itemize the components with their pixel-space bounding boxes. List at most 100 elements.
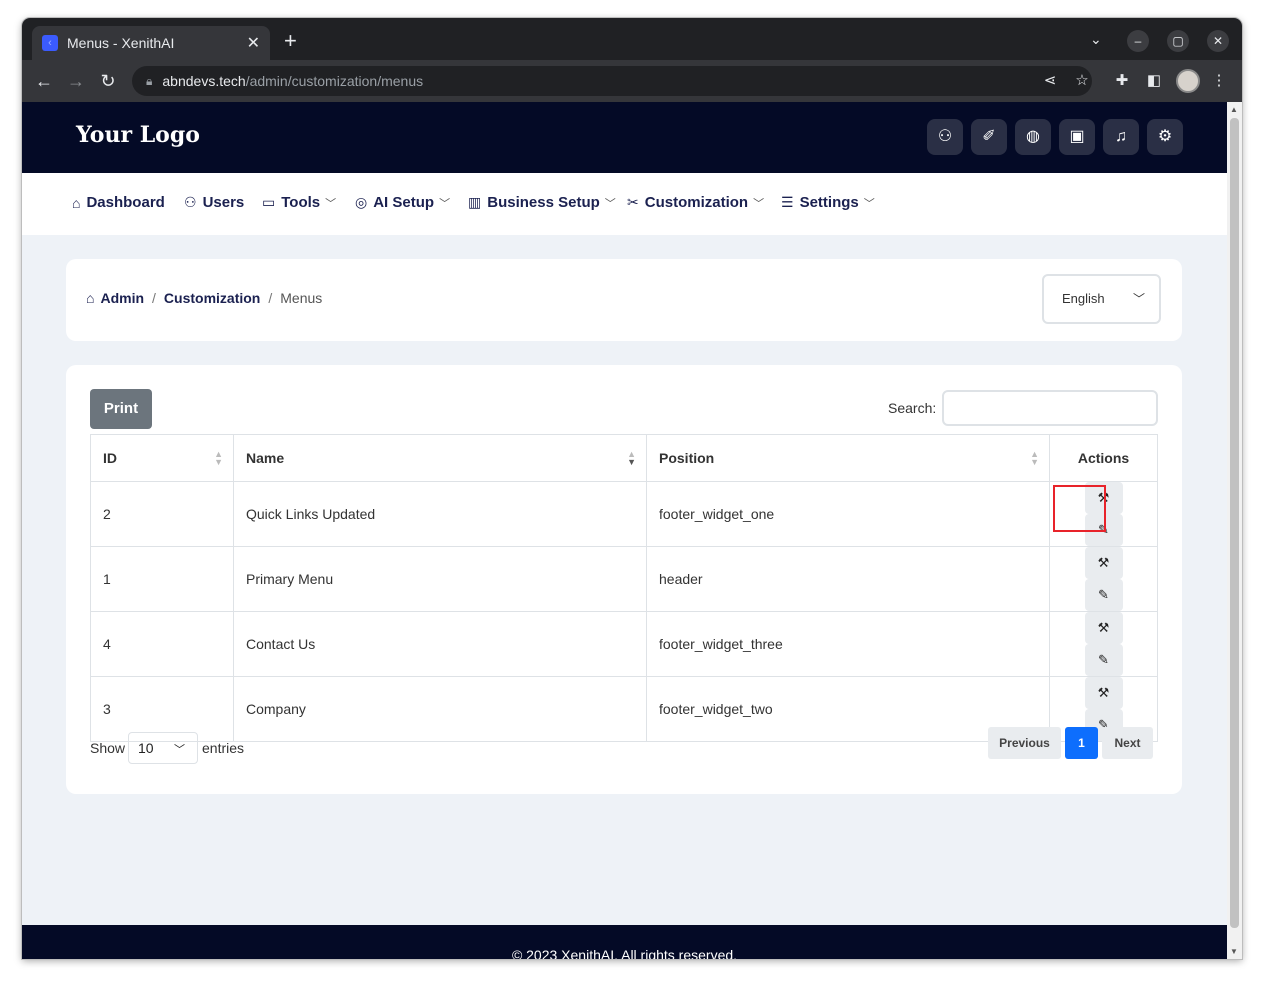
next-button[interactable]: Next [1102,727,1153,759]
table-row: 4 Contact Us footer_widget_three ⚒✎ [90,611,1158,677]
building-icon: ▥ [468,194,482,210]
column-header-position[interactable]: Position ▲ ▼ [646,434,1050,482]
breadcrumb-admin[interactable]: Admin [100,290,144,306]
bookmark-star-icon[interactable]: ☆ [1072,71,1092,91]
chevron-down-icon: ﹀ [174,744,185,756]
cell-actions: ⚒✎ [1049,546,1158,612]
column-header-id[interactable]: ID ▲ ▼ [90,434,234,482]
site-header: Your Logo ⚇ ✐ ◍ ▣ ♫ ⚙ [22,102,1227,173]
vertical-scrollbar[interactable]: ▲ ▼ [1227,102,1242,959]
previous-button[interactable]: Previous [988,727,1061,759]
browser-toolbar: ← → ↻ 🔒︎ abndevs.tech/admin/customizatio… [22,60,1242,102]
scrollbar-thumb[interactable] [1230,118,1239,928]
print-button[interactable]: Print [90,389,152,429]
chevron-down-icon: ﹀ [753,197,765,210]
bell-icon[interactable]: ♫ [1103,119,1139,155]
chevron-down-icon: ﹀ [325,197,337,210]
scroll-up-icon[interactable]: ▲ [1230,105,1238,114]
cell-id: 1 [90,546,234,612]
edit-button[interactable]: ✎ [1084,579,1123,611]
site-logo[interactable]: Your Logo [76,122,200,148]
nav-dashboard-label: Dashboard [86,194,165,211]
gauge-icon: ◎ [355,194,368,210]
forward-icon[interactable]: → [65,70,87,92]
column-header-name[interactable]: Name ▲ ▼ [233,434,647,482]
user-settings-icon[interactable]: ⚙ [1147,119,1183,155]
cell-name: Quick Links Updated [233,481,647,547]
user-icon[interactable]: ⚇ [927,119,963,155]
cell-name: Company [233,676,647,742]
breadcrumb-separator: / [268,290,273,306]
site-footer: © 2023 XenithAI. All rights reserved. [22,925,1227,959]
magic-wand-icon: ⚒ [1097,555,1110,570]
builder-button[interactable]: ⚒ [1084,612,1123,644]
close-tab-icon[interactable]: ✕ [247,33,260,53]
side-panel-icon[interactable]: ◧ [1144,71,1164,91]
search-input[interactable] [942,390,1158,426]
sliders-icon: ☰ [781,194,794,210]
nav-tools[interactable]: ▭ Tools ﹀ [262,194,336,211]
menu-kebab-icon[interactable]: ⋮ [1209,71,1229,91]
breadcrumb-card: ⌂ Admin / Customization / Menus English … [66,259,1182,341]
entries-select[interactable]: 10 ﹀ [128,732,198,764]
edit-icon: ✎ [1098,652,1109,667]
cell-position: footer_widget_one [646,481,1050,547]
cell-position: footer_widget_three [646,611,1050,677]
breadcrumb-separator: / [152,290,156,306]
show-label: Show [90,740,126,756]
cell-name: Primary Menu [233,546,647,612]
nav-users[interactable]: ⚇ Users [184,194,244,211]
toolbox-icon: ▭ [262,194,276,210]
home-icon: ⌂ [72,194,81,211]
breadcrumb-current: Menus [280,290,323,306]
browser-window: ‹ Menus - XenithAI ✕ + ⌄ – ▢ ✕ ← → ↻ 🔒︎ … [22,18,1242,959]
globe-icon[interactable]: ◍ [1015,119,1051,155]
search-label: Search: [888,400,937,416]
share-icon[interactable]: ⋖ [1040,71,1060,91]
nav-settings[interactable]: ☰ Settings ﹀ [781,194,875,211]
breadcrumb: ⌂ Admin / Customization / Menus [86,290,322,306]
home-icon: ⌂ [86,290,95,306]
edit-icon: ✎ [1098,587,1109,602]
currency-icon[interactable]: ▣ [1059,119,1095,155]
reload-icon[interactable]: ↻ [97,70,119,92]
cell-position: header [646,546,1050,612]
chevron-down-icon: ﹀ [1132,292,1145,306]
sort-icon: ▲ ▼ [214,449,223,467]
footer-copyright: © 2023 XenithAI. All rights reserved. [511,947,738,959]
maximize-icon[interactable]: ▢ [1167,30,1189,52]
edit-button[interactable]: ✎ [1084,644,1123,676]
minimize-icon[interactable]: – [1127,30,1149,52]
table-header-row: ID ▲ ▼ Name ▲ ▼ Position ▲ ▼ Actions [90,434,1158,482]
breadcrumb-customization[interactable]: Customization [164,290,260,306]
sort-icon: ▲ ▼ [1030,449,1039,467]
nav-dashboard[interactable]: ⌂ Dashboard [72,194,165,211]
page-viewport: Your Logo ⚇ ✐ ◍ ▣ ♫ ⚙ ⌂ Dashboard ⚇ User… [22,102,1227,959]
nav-business-setup-label: Business Setup [487,194,600,211]
new-tab-button[interactable]: + [284,30,297,52]
lock-icon: 🔒︎ [146,73,153,88]
clear-cache-icon[interactable]: ✐ [971,119,1007,155]
tab-search-icon[interactable]: ⌄ [1090,31,1102,48]
tab-strip: ‹ Menus - XenithAI ✕ + ⌄ – ▢ ✕ [22,18,1242,60]
page-1-button[interactable]: 1 [1065,727,1098,759]
address-bar[interactable]: 🔒︎ abndevs.tech/admin/customization/menu… [132,66,1092,96]
language-select[interactable]: English ﹀ [1042,274,1161,324]
cell-name: Contact Us [233,611,647,677]
nav-customization[interactable]: ✂ Customization ﹀ [627,194,764,211]
back-icon[interactable]: ← [33,70,55,92]
builder-button[interactable]: ⚒ [1084,547,1123,579]
table-row: 1 Primary Menu header ⚒✎ [90,546,1158,612]
close-window-icon[interactable]: ✕ [1207,30,1229,52]
nav-ai-setup[interactable]: ◎ AI Setup ﹀ [355,194,450,211]
column-header-actions: Actions [1049,434,1158,482]
highlight-box [1053,485,1106,532]
scroll-down-icon[interactable]: ▼ [1230,947,1238,956]
browser-tab[interactable]: ‹ Menus - XenithAI ✕ [32,26,270,60]
extensions-icon[interactable]: ✚ [1112,71,1132,91]
profile-avatar[interactable] [1176,69,1200,93]
builder-button[interactable]: ⚒ [1084,677,1123,709]
column-header-name-label: Name [246,450,285,466]
magic-wand-icon: ⚒ [1097,620,1110,635]
nav-business-setup[interactable]: ▥ Business Setup ﹀ [468,194,616,211]
